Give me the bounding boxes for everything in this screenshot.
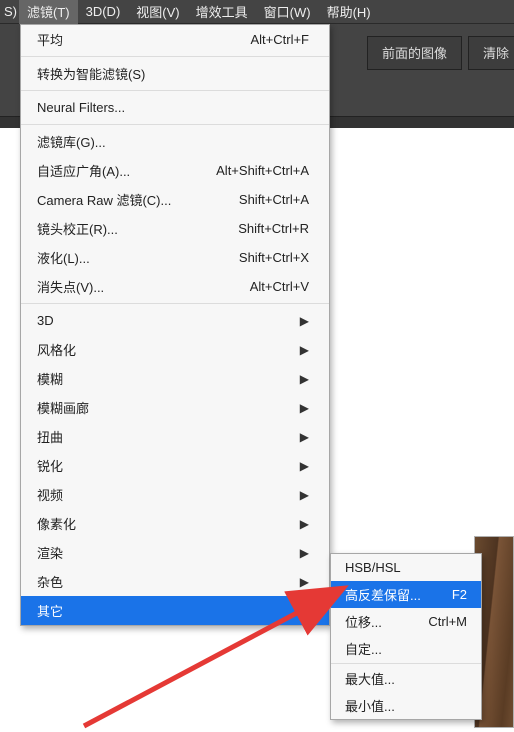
filter-menu-item[interactable]: 杂色 ▶ [21,567,329,596]
filter-menu-item[interactable]: Camera Raw 滤镜(C)... Shift+Ctrl+A [21,185,329,214]
menubar-item-filter[interactable]: 滤镜(T) [19,0,78,24]
menu-item-label: 最大值... [345,669,395,688]
menubar-item-plugins[interactable]: 增效工具 [188,0,256,24]
chevron-right-icon: ▶ [300,546,309,560]
filter-menu-item[interactable]: 视频 ▶ [21,480,329,509]
filter-menu-item[interactable]: 平均 Alt+Ctrl+F [21,25,329,54]
menu-item-label: 消失点(V)... [37,277,104,296]
filter-menu-item[interactable]: 锐化 ▶ [21,451,329,480]
chevron-right-icon: ▶ [300,604,309,618]
other-submenu-item[interactable]: 自定... [331,635,481,662]
clear-button[interactable]: 清除 [468,36,514,70]
filter-menu-item[interactable]: 风格化 ▶ [21,335,329,364]
menu-item-label: Camera Raw 滤镜(C)... [37,190,171,209]
other-submenu-item[interactable]: 最小值... [331,692,481,719]
menu-item-label: 自适应广角(A)... [37,161,130,180]
filter-menu-item[interactable]: 消失点(V)... Alt+Ctrl+V [21,272,329,301]
filter-menu-item[interactable]: 3D ▶ [21,306,329,335]
filter-dropdown: 平均 Alt+Ctrl+F 转换为智能滤镜(S) Neural Filters... 滤… [20,24,330,626]
filter-menu-item[interactable]: 转换为智能滤镜(S) [21,59,329,88]
menubar-item-view[interactable]: 视图(V) [128,0,187,24]
menu-item-label: 自定... [345,639,382,658]
chevron-right-icon: ▶ [300,430,309,444]
menu-separator [21,90,329,91]
menubar-item-3d[interactable]: 3D(D) [78,1,129,22]
chevron-right-icon: ▶ [300,459,309,473]
other-submenu-item[interactable]: 高反差保留... F2 [331,581,481,608]
other-submenu-item[interactable]: 最大值... [331,665,481,692]
previous-image-button[interactable]: 前面的图像 [367,36,462,70]
chevron-right-icon: ▶ [300,314,309,328]
chevron-right-icon: ▶ [300,343,309,357]
menubar-item-help[interactable]: 帮助(H) [319,0,379,24]
menu-item-label: 扭曲 [37,427,63,446]
menu-item-shortcut: Alt+Ctrl+F [250,32,309,47]
other-submenu-item[interactable]: 位移... Ctrl+M [331,608,481,635]
filter-menu-item[interactable]: 扭曲 ▶ [21,422,329,451]
menu-item-shortcut: Shift+Ctrl+X [239,250,309,265]
chevron-right-icon: ▶ [300,575,309,589]
menu-item-shortcut: Shift+Ctrl+R [238,221,309,236]
menu-item-label: 平均 [37,30,63,49]
menu-item-shortcut: Ctrl+M [428,614,467,629]
menu-item-label: Neural Filters... [37,100,125,115]
filter-menu-item[interactable]: 镜头校正(R)... Shift+Ctrl+R [21,214,329,243]
menu-item-label: 渲染 [37,543,63,562]
menubar-item-partial[interactable]: S) [2,1,19,22]
chevron-right-icon: ▶ [300,488,309,502]
filter-menu-item[interactable]: 模糊 ▶ [21,364,329,393]
filter-menu-item[interactable]: 液化(L)... Shift+Ctrl+X [21,243,329,272]
menu-item-label: 3D [37,313,54,328]
menu-item-label: 其它 [37,601,63,620]
chevron-right-icon: ▶ [300,401,309,415]
other-submenu-item[interactable]: HSB/HSL [331,554,481,581]
menu-item-label: 液化(L)... [37,248,90,267]
menu-item-label: 转换为智能滤镜(S) [37,64,145,83]
menu-separator [21,56,329,57]
top-buttons: 前面的图像 清除 [361,36,514,72]
chevron-right-icon: ▶ [300,517,309,531]
menu-item-label: 镜头校正(R)... [37,219,118,238]
menu-separator [21,303,329,304]
menu-item-shortcut: Alt+Ctrl+V [250,279,309,294]
menu-item-label: 高反差保留... [345,585,421,604]
menu-item-shortcut: Shift+Ctrl+A [239,192,309,207]
menu-item-label: 风格化 [37,340,76,359]
menu-item-label: 模糊画廊 [37,398,89,417]
menu-separator [21,124,329,125]
menu-separator [331,663,481,664]
menu-item-label: 模糊 [37,369,63,388]
other-submenu: HSB/HSL 高反差保留... F2 位移... Ctrl+M 自定... 最大值... 最… [330,553,482,720]
filter-menu-item[interactable]: 渲染 ▶ [21,538,329,567]
menu-item-label: 锐化 [37,456,63,475]
menu-item-label: 位移... [345,612,382,631]
menu-item-label: 最小值... [345,696,395,715]
filter-menu-item[interactable]: 其它 ▶ [21,596,329,625]
menu-item-label: 像素化 [37,514,76,533]
menubar: S) 滤镜(T) 3D(D) 视图(V) 增效工具 窗口(W) 帮助(H) [0,0,514,24]
filter-menu-item[interactable]: Neural Filters... [21,93,329,122]
filter-menu-item[interactable]: 模糊画廊 ▶ [21,393,329,422]
menu-item-label: 视频 [37,485,63,504]
menu-item-shortcut: F2 [452,587,467,602]
menu-item-shortcut: Alt+Shift+Ctrl+A [216,163,309,178]
menubar-item-window[interactable]: 窗口(W) [256,0,319,24]
menu-item-label: 杂色 [37,572,63,591]
chevron-right-icon: ▶ [300,372,309,386]
filter-menu-item[interactable]: 滤镜库(G)... [21,127,329,156]
menu-item-label: HSB/HSL [345,560,401,575]
filter-menu-item[interactable]: 像素化 ▶ [21,509,329,538]
filter-menu-item[interactable]: 自适应广角(A)... Alt+Shift+Ctrl+A [21,156,329,185]
menu-item-label: 滤镜库(G)... [37,132,106,151]
